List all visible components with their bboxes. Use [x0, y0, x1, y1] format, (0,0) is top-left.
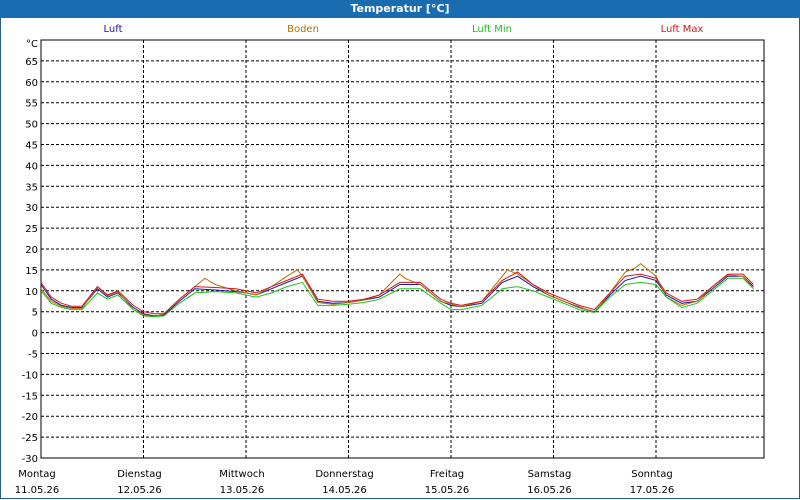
y-tick-label: 35: [25, 182, 38, 193]
temperature-chart: 65605550454035302520151050-5-10-15-20-25…: [15, 39, 765, 496]
y-tick-label: 25: [25, 224, 38, 235]
y-tick-label: 60: [25, 78, 38, 89]
x-tick-date: 15.05.26: [425, 485, 470, 496]
x-tick-day: Freitag: [430, 469, 464, 480]
x-tick-date: 16.05.26: [527, 485, 572, 496]
y-tick-label: 20: [25, 245, 38, 256]
y-tick-label: 55: [25, 99, 38, 110]
y-tick-label: 50: [25, 120, 38, 131]
x-tick-day: Samstag: [528, 469, 572, 480]
series-line-luft: [40, 275, 754, 317]
y-tick-label: -5: [28, 350, 38, 361]
x-tick-day: Dienstag: [117, 469, 162, 480]
y-tick-label: 15: [25, 266, 38, 277]
y-tick-label: 65: [25, 57, 38, 68]
x-tick-date: 12.05.26: [117, 485, 162, 496]
y-unit-label: °C: [26, 39, 38, 50]
y-tick-label: -25: [22, 433, 38, 444]
y-tick-label: 10: [25, 287, 38, 298]
y-tick-label: -30: [22, 454, 38, 465]
x-tick-day: Donnerstag: [315, 469, 373, 480]
y-tick-label: -20: [22, 412, 38, 423]
y-tick-label: 0: [32, 329, 38, 340]
x-tick-date: 13.05.26: [220, 485, 265, 496]
y-tick-label: -15: [22, 391, 38, 402]
x-tick-date: 17.05.26: [630, 485, 675, 496]
x-tick-date: 11.05.26: [15, 485, 60, 496]
y-tick-label: 40: [25, 161, 38, 172]
x-tick-date: 14.05.26: [322, 485, 367, 496]
y-tick-label: 45: [25, 141, 38, 152]
y-tick-label: -10: [22, 370, 38, 381]
y-tick-label: 5: [32, 308, 38, 319]
x-tick-day: Mittwoch: [219, 469, 264, 480]
x-tick-day: Sonntag: [631, 469, 673, 480]
x-tick-day: Montag: [18, 469, 55, 480]
y-tick-label: 30: [25, 203, 38, 214]
